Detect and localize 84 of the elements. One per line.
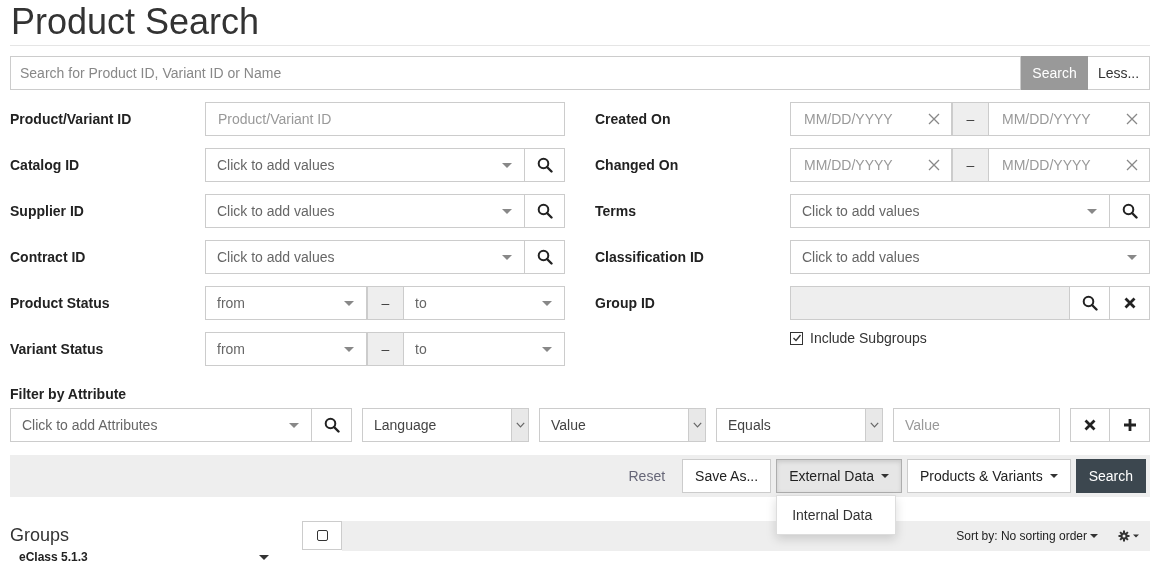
field-label: Contract ID [10,249,87,265]
sort-dropdown[interactable]: Sort by: No sorting order [956,529,1098,543]
caret-icon [1127,254,1137,260]
caret-icon [259,554,269,560]
search-icon [323,417,340,433]
field-label: Group ID [595,295,656,311]
select-all-button[interactable] [302,521,342,550]
page-title: Product Search [10,0,1150,46]
add-button[interactable] [1110,408,1150,442]
dropdown-button[interactable]: Products & Variants [906,459,1071,493]
close-icon [1084,419,1096,431]
range-separator: – [952,148,988,182]
field-label: Catalog ID [10,157,81,173]
caret-icon [289,422,299,428]
caret-icon [542,300,552,306]
chevron-icon [511,409,528,441]
value-field[interactable]: Value [893,408,1060,442]
dropdown-field[interactable]: Click to add Attributes [10,408,312,442]
clear-button[interactable] [1110,286,1150,320]
dropdown-field[interactable]: to [403,332,565,366]
dropdown-button[interactable]: External Data [776,459,902,493]
search-icon [1081,295,1098,311]
text-field[interactable]: Product/Variant ID [205,102,565,136]
search-button[interactable] [525,148,565,182]
search-button[interactable] [525,194,565,228]
search-button[interactable] [1070,286,1110,320]
caret-icon [880,474,889,478]
dropdown-field[interactable]: Value [539,408,706,442]
search-button[interactable] [1110,194,1150,228]
chevron-icon [865,409,882,441]
settings-icon[interactable] [1118,530,1140,542]
field-label: Supplier ID [10,203,85,219]
caret-icon [542,346,552,352]
caret-icon [1049,474,1058,478]
field-label: Classification ID [595,249,705,265]
search-icon [536,157,553,173]
dropdown-field[interactable]: Language [362,408,529,442]
caret-icon [1090,534,1098,538]
dropdown-field[interactable]: to [403,286,565,320]
caret-icon [344,300,354,306]
caret-icon [1087,208,1097,214]
field-label: Variant Status [10,341,105,357]
dropdown-field[interactable]: Click to add values [205,240,525,274]
dropdown-field[interactable]: from [205,332,367,366]
reset-link[interactable]: Reset [628,468,666,484]
search-field[interactable]: Search for Product ID, Variant ID or Name [10,56,1021,90]
search-icon [536,249,553,265]
dropdown-field[interactable]: from [205,286,367,320]
field-label: Terms [595,203,637,219]
field-label: Created On [595,111,672,127]
search-button[interactable]: Search [1075,459,1146,493]
groups-heading: Groups [10,525,71,546]
caret-icon [502,162,512,168]
field-label: Product Status [10,295,111,311]
range-separator: – [367,332,403,366]
range-separator: – [952,102,988,136]
dropdown-field[interactable]: Click to add values [205,194,525,228]
group-field[interactable] [790,286,1070,320]
field-label: Product/Variant ID [10,111,133,127]
plus-icon [1122,418,1137,432]
field-label: Changed On [595,157,680,173]
dropdown-field[interactable]: Click to add values [205,148,525,182]
search-icon [536,203,553,219]
dropdown-field[interactable]: Click to add values [790,194,1110,228]
checkbox-label: Include Subgroups [810,330,927,346]
caret-icon [502,254,512,260]
section-label: Filter by Attribute [10,386,128,402]
save-as-button[interactable]: Save As... [682,459,772,493]
menu-item[interactable]: Internal Data [777,501,896,529]
search-button[interactable] [525,240,565,274]
chevron-icon [688,409,705,441]
dropdown-field[interactable]: Equals [716,408,883,442]
range-separator: – [367,286,403,320]
caret-icon [502,208,512,214]
search-button[interactable] [312,408,352,442]
less-button[interactable]: Less... [1088,56,1150,90]
remove-button[interactable] [1070,408,1110,442]
dropdown-field[interactable]: Click to add values [790,240,1150,274]
catalog-dropdown[interactable]: eClass 5.1.3 [19,550,269,564]
caret-icon [344,346,354,352]
checkbox[interactable] [316,530,328,541]
checkbox[interactable] [790,331,803,345]
search-icon [1121,203,1138,219]
close-icon [1123,297,1136,309]
